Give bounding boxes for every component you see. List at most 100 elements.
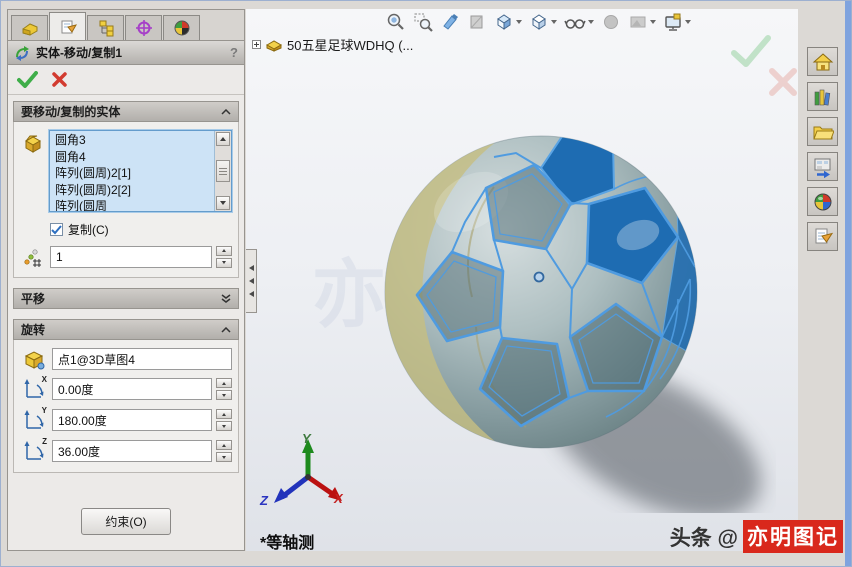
copies-input[interactable] [50, 245, 212, 268]
scroll-thumb[interactable] [216, 160, 230, 182]
listbox-scrollbar[interactable] [214, 131, 231, 211]
branding-watermark: 头条 @ 亦明图记 [670, 520, 843, 553]
property-manager-panel: 实体-移动/复制1 ? 要移动/复制的实体 圆角3 圆角4 阵列(圆周)2[1]… [7, 9, 245, 551]
manager-tabstrip [8, 10, 244, 41]
list-item[interactable]: 阵列(圆周 [55, 198, 214, 211]
edit-appearance-icon [601, 11, 621, 33]
triad-y-label: Y [302, 431, 311, 446]
spin-up-button[interactable] [216, 409, 232, 419]
reference-triad: Y Z X [260, 431, 358, 519]
spin-down-button[interactable] [216, 452, 232, 462]
group-header-rotate-label: 旋转 [21, 323, 46, 337]
confirmation-corner-ok-icon[interactable] [730, 35, 772, 67]
confirmation-corner-cancel-icon[interactable] [768, 67, 798, 97]
group-header-bodies[interactable]: 要移动/复制的实体 [13, 101, 239, 122]
tree-expand-icon[interactable] [252, 40, 261, 49]
group-body-bodies: 圆角3 圆角4 阵列(圆周)2[1] 阵列(圆周)2[2] 阵列(圆周 复制(C… [13, 122, 239, 278]
hide-show-items-icon[interactable] [564, 11, 594, 33]
display-style-icon[interactable] [529, 11, 557, 33]
list-item[interactable]: 圆角3 [55, 132, 214, 149]
design-library-icon [814, 89, 830, 106]
task-pane-design-library-button[interactable] [807, 82, 838, 111]
dropdown-caret-icon[interactable] [588, 20, 594, 24]
constrain-button[interactable]: 约束(O) [81, 507, 171, 535]
appearances-sphere-icon [814, 193, 831, 210]
copy-checkbox-label: 复制(C) [68, 223, 109, 237]
tab-featuremanager[interactable] [11, 15, 48, 40]
soccer-ball-model[interactable] [376, 117, 776, 519]
help-button[interactable]: ? [230, 45, 238, 60]
group-header-translate[interactable]: 平移 [13, 288, 239, 309]
rotate-z-icon: Z [20, 437, 48, 463]
brand-prefix: 头条 @ [669, 526, 738, 550]
rotate-y-icon: Y [20, 406, 48, 432]
spin-down-button[interactable] [216, 390, 232, 400]
graphics-viewport[interactable]: 50五星足球WDHQ (... 亦 Y Z X *等轴测 [246, 9, 798, 551]
brand-highlight: 亦明图记 [743, 520, 843, 553]
cancel-button[interactable] [52, 72, 67, 87]
task-pane-custom-properties-button[interactable] [807, 222, 838, 251]
list-item[interactable]: 阵列(圆周)2[1] [55, 165, 214, 182]
confirm-row [8, 65, 244, 95]
scroll-up-button[interactable] [216, 132, 230, 146]
section-view-icon[interactable] [467, 11, 487, 33]
view-orientation-icon[interactable] [494, 11, 522, 33]
ok-button[interactable] [17, 71, 38, 88]
triad-x-label: X [334, 491, 343, 506]
sketch-point[interactable] [533, 271, 545, 283]
number-of-copies-icon [20, 245, 46, 268]
rotation-point-input[interactable] [52, 348, 232, 370]
expand-double-chevron-icon [221, 293, 231, 303]
tab-configurationmanager[interactable] [87, 15, 124, 40]
spin-down-button[interactable] [216, 257, 232, 268]
list-item[interactable]: 圆角4 [55, 149, 214, 166]
task-pane-home-button[interactable] [807, 47, 838, 76]
view-palette-icon [814, 158, 830, 178]
featuremanager-icon [22, 23, 37, 36]
dropdown-caret-icon[interactable] [685, 20, 691, 24]
group-header-translate-label: 平移 [21, 292, 46, 306]
group-body-rotate: X Y [13, 340, 239, 473]
heads-up-toolbar [386, 11, 691, 33]
task-pane-appearances-button[interactable] [807, 187, 838, 216]
rotate-z-input[interactable] [52, 440, 212, 462]
task-pane-view-palette-button[interactable] [807, 152, 838, 181]
group-header-rotate[interactable]: 旋转 [13, 319, 239, 340]
spin-down-button[interactable] [216, 421, 232, 431]
zoom-to-fit-icon[interactable] [386, 11, 406, 33]
triad-z-label: Z [260, 493, 268, 508]
custom-properties-icon [815, 228, 833, 243]
spin-up-button[interactable] [216, 378, 232, 388]
rotate-x-input[interactable] [52, 378, 212, 400]
dimxpertmanager-icon [135, 20, 152, 36]
tab-propertymanager[interactable] [49, 12, 86, 40]
view-orientation-label: *等轴测 [260, 535, 315, 551]
dropdown-caret-icon[interactable] [551, 20, 557, 24]
spin-up-button[interactable] [216, 440, 232, 450]
task-pane-file-explorer-button[interactable] [807, 117, 838, 146]
copy-checkbox[interactable] [50, 223, 63, 236]
feature-tree-root: 50五星足球WDHQ (... [252, 35, 413, 54]
view-settings-icon[interactable] [663, 11, 691, 33]
zoom-to-area-icon[interactable] [413, 11, 433, 33]
dropdown-caret-icon[interactable] [650, 20, 656, 24]
rotate-y-label: Y [41, 406, 47, 415]
task-pane [803, 9, 847, 551]
feature-tree-root-label[interactable]: 50五星足球WDHQ (... [287, 35, 413, 54]
tab-dimxpertmanager[interactable] [125, 15, 162, 40]
previous-view-icon[interactable] [440, 11, 460, 33]
panel-splitter-handle[interactable] [246, 249, 257, 313]
rotation-point-icon [20, 348, 48, 370]
group-header-bodies-label: 要移动/复制的实体 [21, 105, 121, 119]
list-item[interactable]: 阵列(圆周)2[2] [55, 182, 214, 199]
tab-displaymanager[interactable] [163, 15, 200, 40]
scroll-down-button[interactable] [216, 196, 230, 210]
rotate-x-icon: X [20, 375, 48, 401]
move-copy-body-icon [16, 45, 29, 61]
collapse-chevron-icon [221, 326, 231, 333]
window-frame-edge [845, 1, 851, 566]
dropdown-caret-icon[interactable] [516, 20, 522, 24]
bodies-listbox[interactable]: 圆角3 圆角4 阵列(圆周)2[1] 阵列(圆周)2[2] 阵列(圆周 [48, 129, 233, 213]
spin-up-button[interactable] [216, 245, 232, 256]
rotate-y-input[interactable] [52, 409, 212, 431]
